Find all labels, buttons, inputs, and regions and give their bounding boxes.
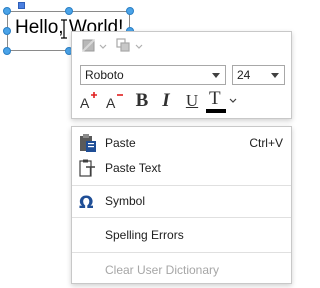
omega-icon: Ω: [79, 193, 93, 211]
font-name-dropdown[interactable]: Roboto: [80, 65, 226, 85]
bold-button[interactable]: B: [132, 89, 152, 113]
menu-item-symbol[interactable]: Ω Symbol: [72, 189, 291, 213]
svg-text:Ω: Ω: [79, 193, 93, 211]
menu-label-clear-user-dictionary: Clear User Dictionary: [105, 263, 220, 277]
paste-icon: [80, 134, 96, 152]
resize-handle-top-left[interactable]: [3, 7, 11, 15]
menu-label-paste-text: Paste Text: [105, 161, 161, 175]
arrange-icon: [116, 38, 143, 52]
mini-toolbar: Roboto 24 A A B I U T: [71, 31, 292, 119]
menu-item-spelling-errors[interactable]: Spelling Errors: [72, 223, 291, 247]
menu-separator: [72, 252, 291, 253]
resize-handle-left[interactable]: [3, 27, 11, 35]
menu-item-paste-text[interactable]: Paste Text: [72, 156, 291, 180]
rotation-handle[interactable]: [18, 2, 25, 9]
menu-shortcut-paste: Ctrl+V: [249, 136, 283, 150]
decrease-font-size-button[interactable]: A: [105, 90, 125, 112]
chevron-down-icon: [271, 73, 279, 78]
chevron-down-icon: [212, 73, 220, 78]
shape-style-button[interactable]: [80, 37, 108, 55]
font-color-swatch: [206, 109, 226, 113]
underline-button[interactable]: U: [182, 89, 202, 113]
svg-text:A: A: [80, 95, 90, 111]
font-size-value: 24: [237, 68, 251, 82]
font-name-value: Roboto: [85, 68, 124, 82]
resize-handle-bottom-left[interactable]: [3, 47, 11, 55]
font-color-letter: T: [209, 88, 221, 109]
increase-font-size-button[interactable]: A: [79, 90, 99, 112]
shape-style-icon: [82, 39, 107, 52]
menu-separator: [72, 217, 291, 218]
resize-handle-top[interactable]: [65, 7, 73, 15]
italic-button[interactable]: I: [156, 89, 176, 113]
font-size-dropdown[interactable]: 24: [232, 65, 285, 85]
font-color-button[interactable]: T: [206, 88, 240, 114]
font-size-increase-icon: A: [80, 92, 97, 111]
menu-separator: [72, 185, 291, 186]
menu-item-clear-user-dictionary: Clear User Dictionary: [72, 258, 291, 282]
arrange-button[interactable]: [114, 37, 144, 55]
menu-label-paste: Paste: [105, 136, 136, 150]
font-size-decrease-icon: A: [106, 94, 123, 111]
svg-text:A: A: [106, 95, 116, 111]
context-menu: Paste Ctrl+V Paste Text Ω Symbol Spellin…: [71, 126, 292, 284]
resize-handle-top-right[interactable]: [126, 7, 134, 15]
menu-label-symbol: Symbol: [105, 194, 146, 208]
font-color-icon: T: [206, 88, 228, 114]
chevron-down-icon: [229, 98, 237, 103]
text-cursor-icon: [61, 19, 67, 39]
menu-label-spelling-errors: Spelling Errors: [105, 228, 184, 242]
menu-item-paste[interactable]: Paste Ctrl+V: [72, 131, 291, 155]
paste-text-icon: [79, 159, 95, 177]
